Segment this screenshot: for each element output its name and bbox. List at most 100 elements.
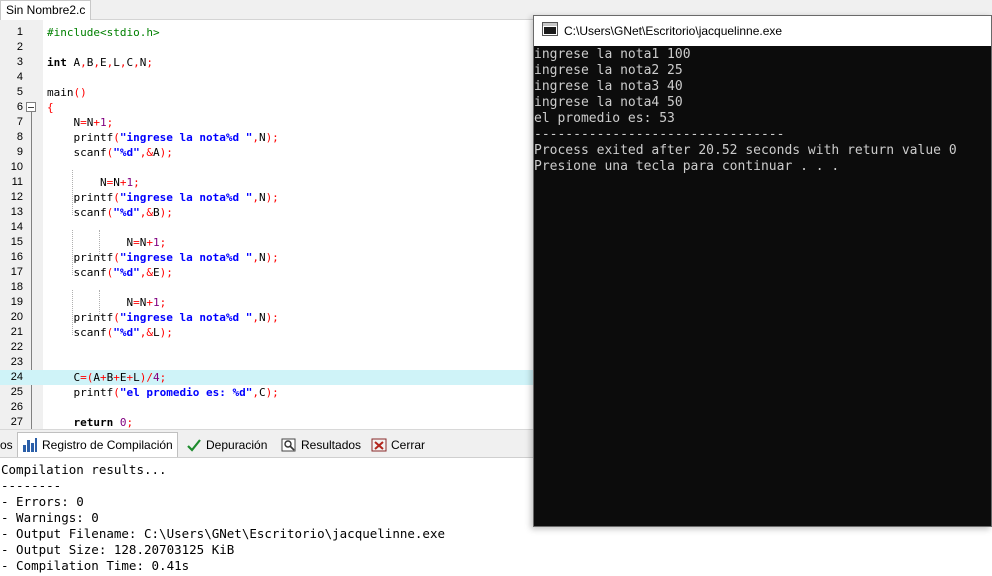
tab-results[interactable]: Resultados bbox=[277, 434, 365, 456]
code-text: int A,B,E,L,C,N; bbox=[47, 55, 153, 70]
code-line[interactable]: 1 #include<stdio.h> bbox=[0, 25, 534, 40]
line-number: 3 bbox=[16, 56, 23, 68]
code-token: int bbox=[47, 56, 67, 69]
code-line[interactable]: 11 N=N+1; bbox=[0, 175, 534, 190]
code-token: 1 bbox=[100, 116, 107, 129]
code-token: "ingrese la nota%d " bbox=[119, 251, 253, 264]
tab-debug-label: Depuración bbox=[206, 438, 268, 452]
tab-compile-log-label: Registro de Compilación bbox=[42, 438, 173, 452]
tab-close[interactable]: Cerrar bbox=[367, 434, 429, 456]
code-token: "%d" bbox=[113, 146, 140, 159]
code-text: N=N+1; bbox=[47, 175, 140, 190]
code-token: , bbox=[80, 56, 87, 69]
code-token: 1 bbox=[152, 236, 160, 249]
code-token: "el promedio es: %d" bbox=[119, 386, 253, 399]
code-token: ( bbox=[113, 191, 120, 204]
code-token: + bbox=[146, 236, 153, 249]
code-line[interactable]: 14 bbox=[0, 220, 534, 235]
log-line: - Output Filename: C:\Users\GNet\Escrito… bbox=[1, 526, 446, 541]
code-line[interactable]: 22 bbox=[0, 340, 534, 355]
code-text: main() bbox=[47, 85, 87, 100]
code-token: ); bbox=[159, 326, 173, 339]
code-line[interactable]: 4 bbox=[0, 70, 534, 85]
tab-debug[interactable]: Depuración bbox=[182, 434, 271, 456]
code-token: ; bbox=[126, 416, 134, 429]
code-line[interactable]: 23 bbox=[0, 355, 534, 370]
code-line[interactable]: 5 main() bbox=[0, 85, 534, 100]
line-number: 8 bbox=[16, 131, 23, 143]
code-line[interactable]: 13 scanf("%d",&B); bbox=[0, 205, 534, 220]
code-editor[interactable]: 1 #include<stdio.h> 2 3 int A,B,E,L,C,N; 4 5 ma… bbox=[0, 20, 534, 429]
code-line[interactable]: 8 printf("ingrese la nota%d ",N); bbox=[0, 130, 534, 145]
tab-partial[interactable]: os bbox=[0, 434, 17, 456]
console-line: ingrese la nota1 100 bbox=[534, 47, 691, 62]
line-number: 11 bbox=[11, 176, 23, 188]
code-token: ,& bbox=[139, 326, 153, 339]
code-token: ); bbox=[159, 206, 173, 219]
code-text: N=N+1; bbox=[47, 295, 166, 310]
code-line[interactable]: 17 scanf("%d",&E); bbox=[0, 265, 534, 280]
code-token: scanf bbox=[47, 326, 107, 339]
code-token: , bbox=[252, 191, 259, 204]
code-line[interactable]: 6{ bbox=[0, 100, 534, 115]
code-line[interactable]: 16 printf("ingrese la nota%d ",N); bbox=[0, 250, 534, 265]
code-line[interactable]: 25 printf("el promedio es: %d",C); bbox=[0, 385, 534, 400]
console-line: el promedio es: 53 bbox=[534, 111, 675, 126]
code-line[interactable]: 12 printf("ingrese la nota%d ",N); bbox=[0, 190, 534, 205]
line-number: 15 bbox=[10, 236, 23, 248]
code-token: C bbox=[47, 371, 81, 384]
console-line: ingrese la nota3 40 bbox=[534, 79, 683, 94]
code-token: ); bbox=[265, 251, 279, 264]
line-number: 12 bbox=[10, 191, 23, 203]
console-titlebar[interactable]: C:\Users\GNet\Escritorio\jacquelinne.exe bbox=[534, 16, 991, 46]
line-number: 23 bbox=[10, 356, 23, 368]
code-line[interactable]: 2 bbox=[0, 40, 534, 55]
log-line: Compilation results... bbox=[1, 462, 167, 477]
code-line[interactable]: 19 N=N+1; bbox=[0, 295, 534, 310]
code-token: scanf bbox=[47, 146, 107, 159]
code-token: ); bbox=[265, 191, 279, 204]
code-token: , bbox=[93, 56, 100, 69]
code-token: "ingrese la nota%d " bbox=[119, 311, 253, 324]
tab-results-label: Resultados bbox=[301, 438, 362, 452]
code-token: N bbox=[258, 131, 266, 144]
tab-compile-log[interactable]: Registro de Compilación bbox=[17, 432, 178, 457]
code-token: E bbox=[100, 56, 107, 69]
code-token: = bbox=[133, 296, 140, 309]
code-line[interactable]: 27 return 0; bbox=[0, 415, 534, 429]
code-line[interactable]: 7 N=N+1; bbox=[0, 115, 534, 130]
console-window[interactable]: C:\Users\GNet\Escritorio\jacquelinne.exe… bbox=[533, 15, 992, 527]
code-line[interactable]: 15 N=N+1; bbox=[0, 235, 534, 250]
code-token: + bbox=[146, 296, 153, 309]
tab-close-label: Cerrar bbox=[391, 438, 426, 452]
code-line[interactable]: 10 bbox=[0, 160, 534, 175]
code-token: ; bbox=[159, 371, 167, 384]
code-line[interactable]: 18 bbox=[0, 280, 534, 295]
code-line[interactable]: 9 scanf("%d",&A); bbox=[0, 145, 534, 160]
code-line[interactable]: 20 printf("ingrese la nota%d ",N); bbox=[0, 310, 534, 325]
line-number: 27 bbox=[10, 416, 23, 428]
line-number: 18 bbox=[10, 281, 23, 293]
code-token: , bbox=[252, 251, 259, 264]
code-text: scanf("%d",&A); bbox=[47, 145, 173, 160]
fold-collapse-icon[interactable] bbox=[26, 102, 36, 112]
log-line: - Output Size: 128.20703125 KiB bbox=[1, 542, 235, 557]
code-line[interactable]: 26 bbox=[0, 400, 534, 415]
bottom-panel-tabs: os Registro de Compilación Depuración Re… bbox=[0, 429, 534, 457]
code-token: "ingrese la nota%d " bbox=[119, 191, 253, 204]
code-line[interactable]: 3 int A,B,E,L,C,N; bbox=[0, 55, 534, 70]
code-text: #include<stdio.h> bbox=[47, 25, 160, 40]
code-token: ); bbox=[159, 146, 173, 159]
code-token: "%d" bbox=[113, 326, 140, 339]
code-line[interactable]: 21 scanf("%d",&L); bbox=[0, 325, 534, 340]
code-token: = bbox=[80, 116, 87, 129]
file-tab[interactable]: Sin Nombre2.c bbox=[0, 0, 92, 20]
code-token: C bbox=[258, 386, 266, 399]
code-text: scanf("%d",&L); bbox=[47, 325, 173, 340]
code-token: scanf bbox=[47, 206, 107, 219]
code-token: N bbox=[47, 176, 107, 189]
code-token: ; bbox=[133, 176, 140, 189]
console-title: C:\Users\GNet\Escritorio\jacquelinne.exe bbox=[564, 24, 783, 38]
code-token: , bbox=[119, 56, 127, 69]
code-line[interactable]: 24 C=(A+B+E+L)/4; bbox=[0, 370, 534, 385]
